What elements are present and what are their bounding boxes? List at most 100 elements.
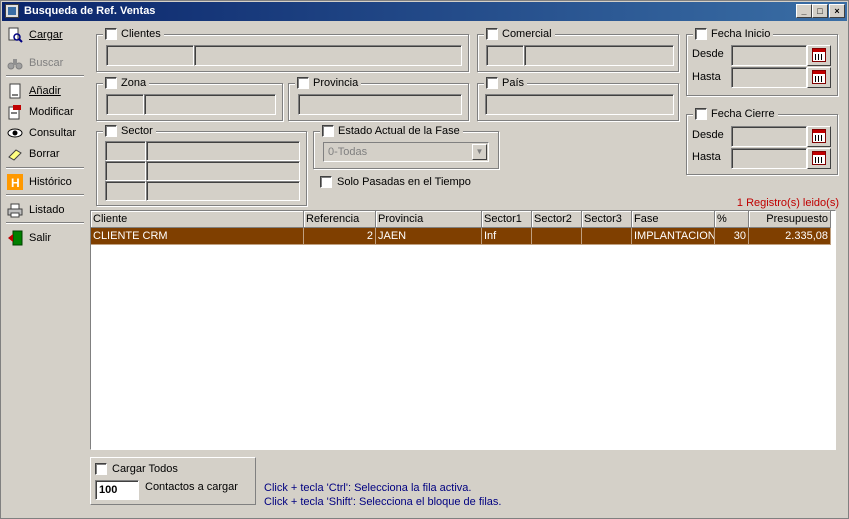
- main-window: Busqueda de Ref. Ventas _ □ × Cargar Bus…: [0, 0, 849, 519]
- solo-pasadas-checkbox[interactable]: [320, 176, 332, 188]
- zona-code-field[interactable]: [106, 94, 144, 115]
- fecha-cierre-hasta-field[interactable]: [731, 148, 807, 169]
- provincia-label: Provincia: [313, 77, 359, 89]
- pais-checkbox[interactable]: [486, 77, 498, 89]
- chevron-down-icon[interactable]: ▼: [472, 144, 487, 160]
- fecha-inicio-desde-field[interactable]: [731, 45, 807, 66]
- provincia-checkbox[interactable]: [297, 77, 309, 89]
- cell-cliente: CLIENTE CRM: [91, 228, 304, 245]
- column-header-sector2[interactable]: Sector2: [532, 211, 582, 228]
- provincia-field[interactable]: [298, 94, 462, 115]
- sector1-code-field[interactable]: [105, 141, 146, 161]
- column-header-presupuesto[interactable]: Presupuesto: [749, 211, 831, 228]
- fecha-cierre-label: Fecha Cierre: [711, 108, 775, 120]
- cell-sector1: Inf: [482, 228, 532, 245]
- results-grid[interactable]: Cliente Referencia Provincia Sector1 Sec…: [90, 210, 836, 450]
- fecha-inicio-label: Fecha Inicio: [711, 28, 771, 40]
- sidebar-item-historico[interactable]: H Histórico: [4, 172, 84, 192]
- calendar-button[interactable]: [807, 67, 831, 88]
- sidebar-item-buscar[interactable]: Buscar: [4, 53, 84, 73]
- sidebar-item-borrar[interactable]: Borrar: [4, 144, 84, 164]
- title-bar[interactable]: Busqueda de Ref. Ventas _ □ ×: [2, 2, 847, 21]
- fecha-inicio-checkbox[interactable]: [695, 28, 707, 40]
- sidebar-item-listado[interactable]: Listado: [4, 200, 84, 220]
- window-title: Busqueda de Ref. Ventas: [24, 5, 156, 17]
- calendar-button[interactable]: [807, 45, 831, 66]
- clientes-checkbox[interactable]: [105, 28, 117, 40]
- maximize-button[interactable]: □: [812, 4, 828, 18]
- zona-checkbox[interactable]: [105, 77, 117, 89]
- column-header-provincia[interactable]: Provincia: [376, 211, 482, 228]
- column-header-sector1[interactable]: Sector1: [482, 211, 532, 228]
- column-header-referencia[interactable]: Referencia: [304, 211, 376, 228]
- fecha-inicio-legend: Fecha Inicio: [693, 27, 774, 41]
- column-header-sector3[interactable]: Sector3: [582, 211, 632, 228]
- clientes-name-field[interactable]: [194, 45, 462, 66]
- sector2-code-field[interactable]: [105, 161, 146, 181]
- sector2-name-field[interactable]: [146, 161, 300, 181]
- edit-doc-icon: [8, 105, 21, 120]
- sector1-name-field[interactable]: [146, 141, 300, 161]
- comercial-name-field[interactable]: [524, 45, 674, 66]
- table-row[interactable]: CLIENTE CRM 2 JAEN Inf IMPLANTACION 30 2…: [91, 228, 831, 245]
- comercial-group: Comercial: [477, 27, 679, 72]
- sidebar-item-anadir[interactable]: Añadir: [4, 81, 84, 101]
- desde-label: Desde: [692, 48, 724, 60]
- provincia-group: Provincia: [288, 76, 469, 121]
- cell-referencia: 2: [304, 228, 376, 245]
- clientes-code-field[interactable]: [106, 45, 194, 66]
- sidebar-divider: [6, 194, 84, 196]
- comercial-code-field[interactable]: [486, 45, 524, 66]
- column-header-fase[interactable]: Fase: [632, 211, 715, 228]
- estado-select[interactable]: 0-Todas ▼: [323, 142, 489, 162]
- close-button[interactable]: ×: [829, 4, 845, 18]
- zona-name-field[interactable]: [144, 94, 276, 115]
- eye-icon: [7, 128, 23, 138]
- sidebar-item-modificar[interactable]: Modificar: [4, 102, 84, 122]
- comercial-checkbox[interactable]: [486, 28, 498, 40]
- fecha-cierre-checkbox[interactable]: [695, 108, 707, 120]
- clientes-label: Clientes: [121, 28, 161, 40]
- pais-legend: País: [484, 76, 528, 90]
- pais-field[interactable]: [485, 94, 674, 115]
- binoculars-icon: [7, 59, 23, 70]
- sector3-name-field[interactable]: [146, 181, 300, 201]
- sector-legend: Sector: [103, 124, 156, 138]
- fecha-inicio-group: Fecha Inicio Desde Hasta: [686, 27, 838, 96]
- clientes-legend: Clientes: [103, 27, 164, 41]
- cargar-todos-checkbox[interactable]: [95, 463, 107, 475]
- sidebar-item-label: Buscar: [29, 57, 64, 69]
- sector-checkbox[interactable]: [105, 125, 117, 137]
- fecha-cierre-desde-field[interactable]: [731, 126, 807, 147]
- sector3-code-field[interactable]: [105, 181, 146, 201]
- cell-sector3: [582, 228, 632, 245]
- pais-label: País: [502, 77, 525, 89]
- calendar-button[interactable]: [807, 148, 831, 169]
- sidebar-item-salir[interactable]: Salir: [4, 228, 84, 248]
- app-icon: [5, 4, 19, 18]
- sidebar-item-cargar[interactable]: Cargar: [4, 25, 84, 45]
- solo-pasadas-label: Solo Pasadas en el Tiempo: [337, 176, 471, 188]
- minimize-button[interactable]: _: [796, 4, 812, 18]
- eraser-icon: [8, 149, 22, 161]
- column-header-cliente[interactable]: Cliente: [91, 211, 304, 228]
- sidebar-item-label: Cargar: [29, 29, 63, 41]
- comercial-legend: Comercial: [484, 27, 555, 41]
- sidebar-item-consultar[interactable]: Consultar: [4, 123, 84, 143]
- sidebar-item-label: Añadir: [29, 85, 61, 97]
- cargar-todos-label: Cargar Todos: [112, 463, 178, 475]
- contactos-quantity-input[interactable]: 100: [95, 480, 139, 500]
- cargar-todos-option[interactable]: Cargar Todos: [95, 463, 178, 475]
- estado-checkbox[interactable]: [322, 125, 334, 137]
- zona-group: Zona: [96, 76, 283, 121]
- column-header-porcentaje[interactable]: %: [715, 211, 749, 228]
- estado-select-value: 0-Todas: [328, 146, 368, 158]
- grid-header: Cliente Referencia Provincia Sector1 Sec…: [91, 211, 831, 228]
- calendar-button[interactable]: [807, 126, 831, 147]
- fecha-inicio-hasta-field[interactable]: [731, 67, 807, 88]
- sidebar-item-label: Salir: [29, 232, 52, 244]
- load-options-panel: Cargar Todos 100 Contactos a cargar: [90, 457, 256, 505]
- hint-ctrl: Click + tecla 'Ctrl': Selecciona la fila…: [264, 482, 472, 494]
- pais-group: País: [477, 76, 679, 121]
- solo-pasadas-option[interactable]: Solo Pasadas en el Tiempo: [320, 176, 471, 188]
